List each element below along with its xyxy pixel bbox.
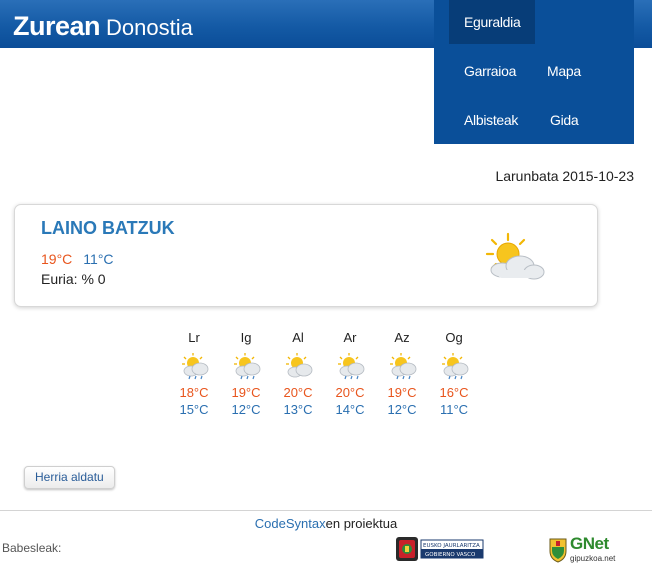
nav-item-gida[interactable]: Gida: [535, 98, 593, 142]
sponsors-label: Babesleak:: [2, 541, 62, 555]
day-label: Ig: [240, 330, 252, 345]
sun-cloud-rain-icon: [442, 353, 469, 380]
forecast-day: Al 20°C 13°C: [272, 330, 324, 417]
day-low: 14°C: [335, 402, 365, 417]
current-low: 11°C: [83, 251, 114, 267]
day-high: 19°C: [387, 385, 417, 400]
change-town-button[interactable]: Herria aldatu: [24, 466, 115, 489]
day-high: 20°C: [283, 385, 313, 400]
day-label: Al: [292, 330, 304, 345]
current-date: Larunbata 2015-10-23: [495, 168, 634, 184]
current-high: 19°C: [41, 251, 73, 267]
gnet-subtext: gipuzkoa.net: [570, 554, 616, 563]
forecast-day: Ig 19°C 12°C: [220, 330, 272, 417]
day-high: 18°C: [179, 385, 209, 400]
eusko-jaurlaritza-logo[interactable]: EUSKO JAURLARITZA GOBIERNO VASCO: [395, 535, 485, 563]
gipuzkoa-shield-icon: [549, 538, 567, 563]
sun-cloud-rain-icon: [234, 353, 261, 380]
sun-cloud-rain-icon: [338, 353, 365, 380]
project-suffix: en proiektua: [325, 516, 398, 531]
gnet-logo[interactable]: GNet gipuzkoa.net: [548, 534, 620, 566]
current-weather-card: LAINO BATZUK 19°C 11°C Euria: % 0: [14, 204, 598, 307]
sun-cloud-rain-icon: [182, 353, 209, 380]
day-high: 16°C: [439, 385, 469, 400]
brand-name: Zurean: [13, 11, 101, 41]
project-credit: CodeSyntaxen proiektua: [0, 516, 652, 531]
day-low: 15°C: [179, 402, 209, 417]
current-temps: 19°C 11°C: [41, 251, 114, 267]
city-name: Donostia: [106, 15, 193, 40]
forecast-day: Og 16°C 11°C: [428, 330, 480, 417]
nav-item-garraioa[interactable]: Garraioa: [449, 49, 531, 93]
day-label: Az: [394, 330, 410, 345]
day-low: 12°C: [231, 402, 261, 417]
condition-title: LAINO BATZUK: [41, 218, 175, 238]
day-low: 12°C: [387, 402, 417, 417]
day-label: Ar: [343, 330, 357, 345]
nav-item-mapa[interactable]: Mapa: [532, 49, 596, 93]
day-high: 20°C: [335, 385, 365, 400]
rain-probability: Euria: % 0: [41, 271, 106, 287]
footer-divider: [0, 510, 652, 511]
sun-cloud-icon: [286, 353, 313, 378]
gnet-wordmark: GNet: [570, 534, 609, 553]
day-low: 11°C: [439, 402, 469, 417]
codesyntax-link[interactable]: CodeSyntax: [255, 516, 326, 531]
day-label: Og: [445, 330, 463, 345]
forecast-day: Ar 20°C 14°C: [324, 330, 376, 417]
main-nav: Eguraldia Garraioa Mapa Albisteak Gida: [434, 0, 634, 144]
forecast-day: Az 19°C 12°C: [376, 330, 428, 417]
sun-cloud-rain-icon: [390, 353, 417, 380]
nav-item-eguraldia[interactable]: Eguraldia: [449, 0, 536, 44]
logo-ej-line2: GOBIERNO VASCO: [425, 552, 476, 558]
day-high: 19°C: [231, 385, 261, 400]
partly-cloudy-icon: [485, 232, 545, 280]
nav-item-albisteak[interactable]: Albisteak: [449, 98, 533, 142]
forecast-day: Lr 18°C 15°C: [168, 330, 220, 417]
brand[interactable]: Zurean Donostia: [13, 11, 193, 42]
day-label: Lr: [188, 330, 200, 345]
logo-ej-line1: EUSKO JAURLARITZA: [423, 543, 480, 549]
day-low: 13°C: [283, 402, 313, 417]
